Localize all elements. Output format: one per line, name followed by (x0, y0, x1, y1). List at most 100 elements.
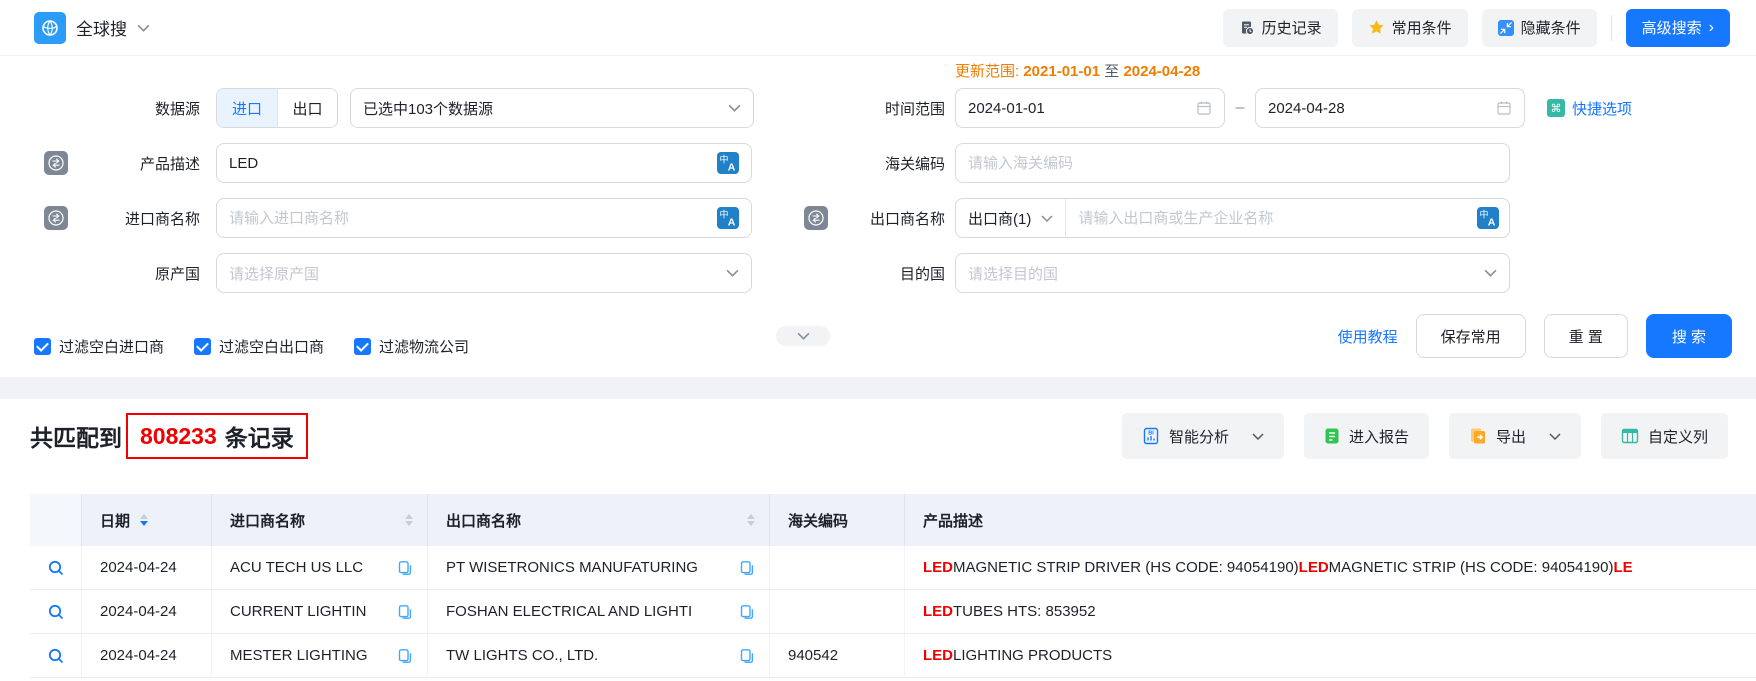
exporter-type-select[interactable]: 出口商(1) (956, 199, 1066, 237)
enter-report-button[interactable]: 进入报告 (1304, 413, 1429, 459)
hs-code-label: 海关编码 (790, 153, 945, 174)
hs-code-field[interactable] (968, 155, 1497, 172)
history-label: 历史记录 (1262, 17, 1322, 38)
sort-control[interactable] (405, 514, 413, 526)
svg-text:A: A (728, 217, 736, 229)
exporter-name[interactable]: TW LIGHTS CO., LTD. (446, 647, 598, 664)
tutorial-link[interactable]: 使用教程 (1338, 326, 1398, 347)
translate-icon[interactable]: 中A (1477, 207, 1499, 229)
header-date[interactable]: 日期 (82, 494, 212, 546)
quick-options[interactable]: ⌘ 快捷选项 (1547, 98, 1632, 119)
cell-exporter[interactable]: FOSHAN ELECTRICAL AND LIGHTI (428, 590, 770, 633)
header-importer[interactable]: 进口商名称 (212, 494, 428, 546)
search-button[interactable]: 搜 索 (1646, 314, 1732, 358)
app-logo (34, 12, 66, 44)
star-icon (1368, 19, 1385, 36)
reset-button[interactable]: 重 置 (1544, 314, 1628, 358)
product-desc-input[interactable]: 中A (216, 143, 752, 183)
match-suffix: 条记录 (225, 419, 294, 453)
custom-columns-button[interactable]: 自定义列 (1601, 413, 1728, 459)
smart-analysis-button[interactable]: BI 智能分析 (1122, 413, 1284, 459)
importer-field[interactable] (229, 210, 709, 227)
checkbox-label: 过滤物流公司 (379, 336, 469, 357)
command-icon: ⌘ (1547, 99, 1565, 117)
results-table: 日期 进口商名称 出口商名称 海关编码 产品描述 (30, 494, 1756, 678)
header-exporter[interactable]: 出口商名称 (428, 494, 770, 546)
cell-exporter[interactable]: PT WISETRONICS MANUFATURING (428, 546, 770, 589)
cell-importer[interactable]: MESTER LIGHTING (212, 634, 428, 677)
importer-name[interactable]: ACU TECH US LLC (230, 559, 363, 576)
table-row[interactable]: 2024-04-24 ACU TECH US LLC PT WISETRONIC… (30, 546, 1756, 590)
match-prefix: 共匹配到 (30, 419, 122, 453)
copy-button[interactable] (731, 648, 755, 664)
import-toggle[interactable]: 进口 (217, 89, 277, 127)
favorites-label: 常用条件 (1392, 17, 1452, 38)
checkbox-filter-logistics[interactable]: 过滤物流公司 (354, 336, 469, 357)
data-source-select[interactable]: 已选中103个数据源 (350, 88, 754, 128)
table-body: 2024-04-24 ACU TECH US LLC PT WISETRONIC… (30, 546, 1756, 678)
filter-checkboxes: 过滤空白进口商 过滤空白出口商 过滤物流公司 (34, 336, 469, 357)
synonym-expand-button[interactable] (44, 206, 68, 230)
app-title: 全球搜 (76, 15, 127, 40)
importer-name[interactable]: CURRENT LIGHTIN (230, 603, 366, 620)
export-toggle[interactable]: 出口 (277, 89, 337, 127)
export-button[interactable]: 导出 (1449, 413, 1581, 459)
export-dropdown-toggle[interactable] (1549, 433, 1561, 440)
swap-arrows-icon (44, 206, 68, 230)
origin-country-select[interactable]: 请选择原产国 (216, 253, 752, 293)
table-row[interactable]: 2024-04-24 CURRENT LIGHTIN FOSHAN ELECTR… (30, 590, 1756, 634)
match-count: 808233 (140, 423, 217, 450)
copy-button[interactable] (389, 604, 413, 620)
cell-exporter[interactable]: TW LIGHTS CO., LTD. (428, 634, 770, 677)
date-end-field[interactable] (1268, 100, 1488, 117)
sort-control[interactable] (747, 514, 755, 526)
synonym-expand-button[interactable] (44, 151, 68, 175)
checkbox-checked-icon[interactable] (34, 338, 51, 355)
history-button[interactable]: 历史记录 (1223, 9, 1338, 47)
cell-importer[interactable]: ACU TECH US LLC (212, 546, 428, 589)
cell-date: 2024-04-24 (82, 590, 212, 633)
importer-input[interactable]: 中A (216, 198, 752, 238)
synonym-expand-button[interactable] (804, 206, 828, 230)
save-common-button[interactable]: 保存常用 (1416, 314, 1526, 358)
row-detail-button[interactable] (30, 590, 82, 633)
chevron-down-icon (1252, 433, 1264, 440)
row-detail-button[interactable] (30, 634, 82, 677)
chevron-down-icon[interactable] (137, 24, 150, 32)
collapse-form-button[interactable] (776, 326, 830, 346)
importer-name[interactable]: MESTER LIGHTING (230, 647, 368, 664)
translate-icon[interactable]: 中A (717, 152, 739, 174)
copy-button[interactable] (731, 560, 755, 576)
copy-button[interactable] (389, 648, 413, 664)
date-start-input[interactable] (955, 88, 1225, 128)
checkbox-checked-icon[interactable] (354, 338, 371, 355)
date-start-field[interactable] (968, 100, 1188, 117)
hide-conditions-button[interactable]: 隐藏条件 (1482, 9, 1597, 47)
copy-pages-icon (739, 560, 755, 576)
copy-button[interactable] (389, 560, 413, 576)
copy-button[interactable] (731, 604, 755, 620)
product-desc-field[interactable] (229, 155, 709, 172)
svg-text:⌘: ⌘ (1551, 103, 1562, 115)
chevron-down-icon (728, 104, 741, 112)
table-row[interactable]: 2024-04-24 MESTER LIGHTING TW LIGHTS CO.… (30, 634, 1756, 678)
exporter-name[interactable]: PT WISETRONICS MANUFATURING (446, 559, 698, 576)
checkbox-filter-blank-exporter[interactable]: 过滤空白出口商 (194, 336, 324, 357)
advanced-search-button[interactable]: 高级搜索 › (1626, 9, 1730, 47)
favorites-button[interactable]: 常用条件 (1352, 9, 1468, 47)
sort-control[interactable] (140, 514, 148, 526)
exporter-field[interactable] (1066, 210, 1469, 227)
row-detail-button[interactable] (30, 546, 82, 589)
magnifier-icon (47, 603, 65, 621)
checkbox-filter-blank-importer[interactable]: 过滤空白进口商 (34, 336, 164, 357)
cell-importer[interactable]: CURRENT LIGHTIN (212, 590, 428, 633)
enter-report-label: 进入报告 (1349, 426, 1409, 447)
checkbox-checked-icon[interactable] (194, 338, 211, 355)
calendar-icon (1496, 100, 1512, 116)
date-end-input[interactable] (1255, 88, 1525, 128)
brand[interactable]: 全球搜 (34, 12, 150, 44)
hs-code-input[interactable] (955, 143, 1510, 183)
destination-country-select[interactable]: 请选择目的国 (955, 253, 1510, 293)
translate-icon[interactable]: 中A (717, 207, 739, 229)
exporter-name[interactable]: FOSHAN ELECTRICAL AND LIGHTI (446, 603, 692, 620)
